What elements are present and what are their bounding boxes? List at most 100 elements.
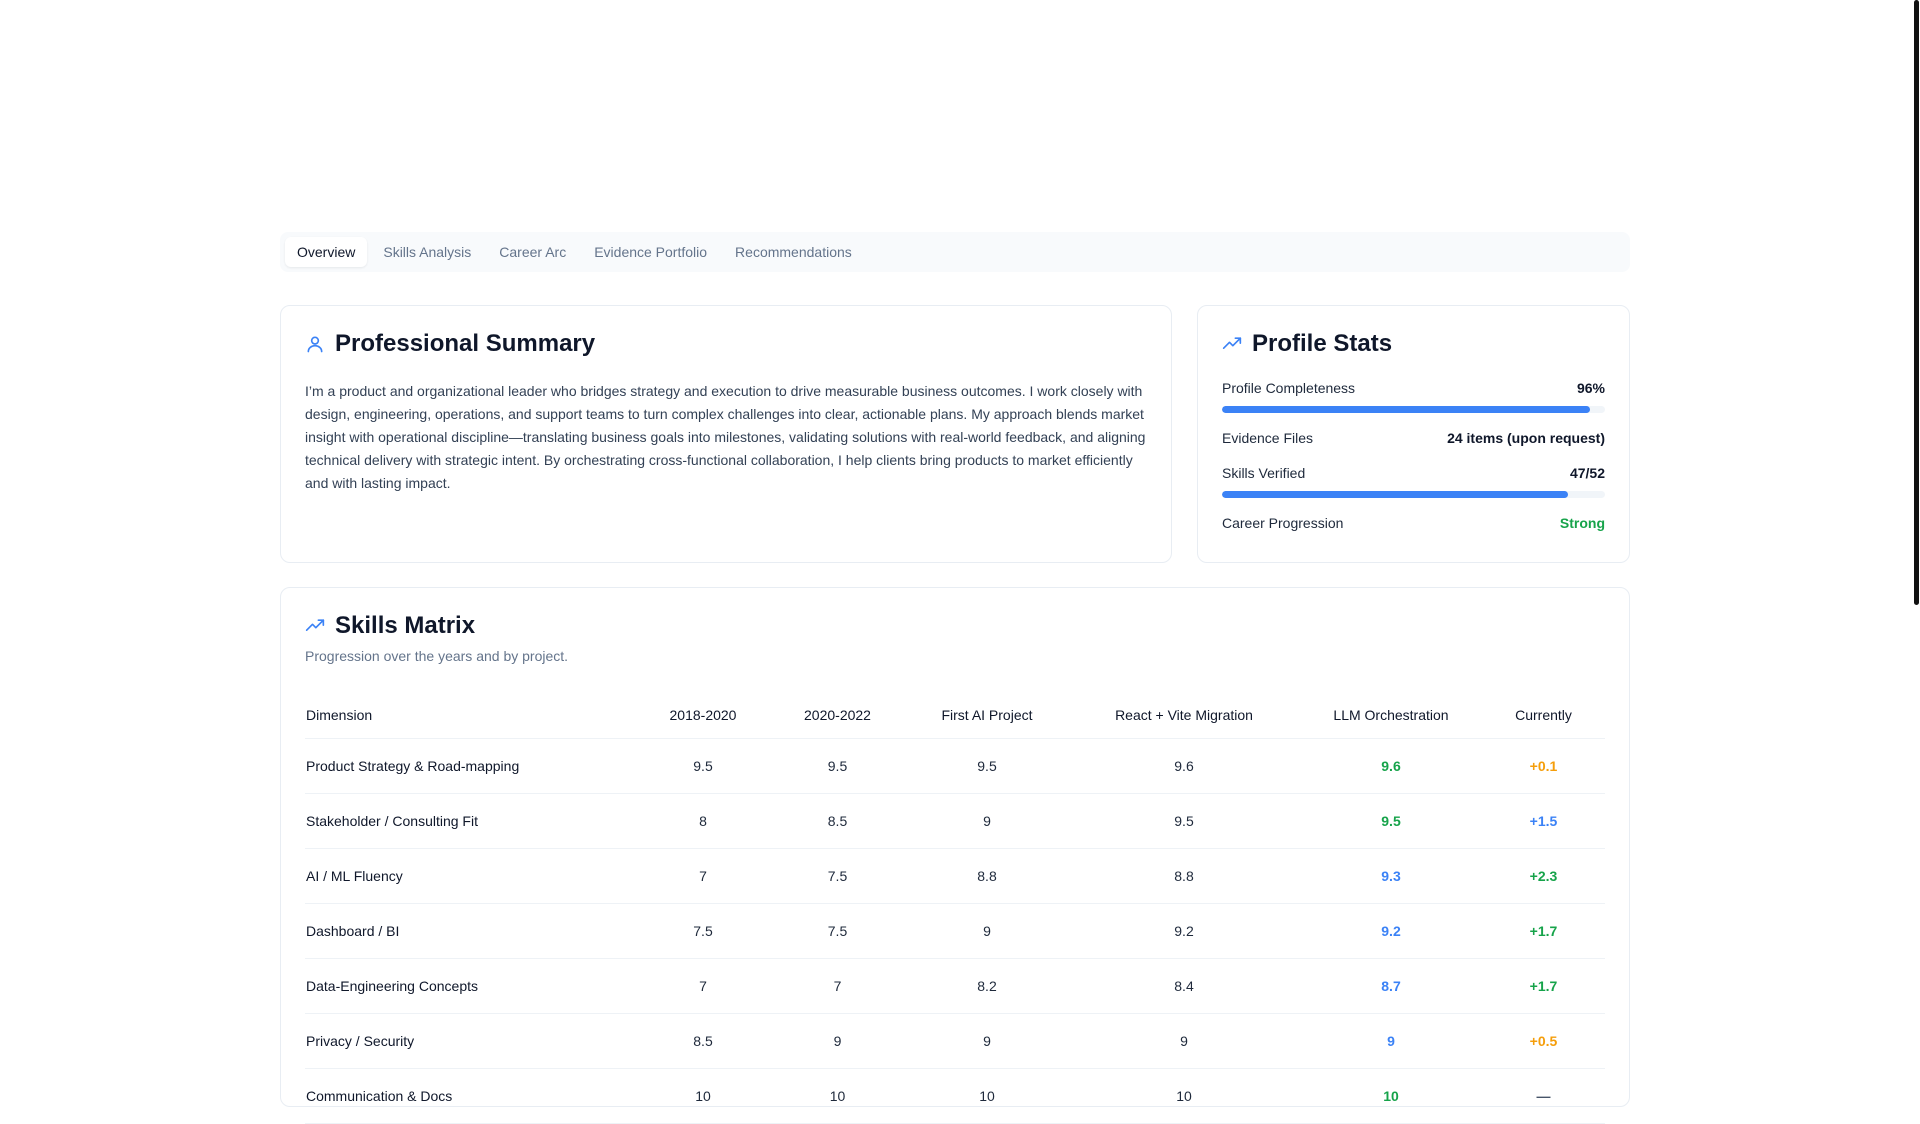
- score-cell: 10: [637, 1068, 769, 1124]
- score-cell: 9.2: [1300, 903, 1482, 959]
- score-cell: 9: [906, 1013, 1068, 1069]
- stat-evidence-files: Evidence Files 24 items (upon request): [1222, 430, 1605, 446]
- stat-label: Evidence Files: [1222, 430, 1314, 446]
- stat-value: Strong: [1559, 515, 1605, 531]
- scrollbar-thumb[interactable]: [1914, 0, 1919, 605]
- dimension-cell: AI / ML Fluency: [305, 848, 637, 904]
- score-cell: 8.5: [769, 793, 906, 849]
- progress-bar: [1222, 406, 1605, 413]
- stats-title: Profile Stats: [1252, 330, 1393, 357]
- progress-fill: [1222, 491, 1569, 498]
- column-header: 2018-2020: [637, 692, 769, 739]
- trending-up-icon: [305, 619, 325, 631]
- score-cell: 9.5: [637, 738, 769, 794]
- tab-evidence-portfolio[interactable]: Evidence Portfolio: [582, 237, 719, 267]
- summary-header: Professional Summary: [305, 330, 1147, 358]
- tab-overview[interactable]: Overview: [285, 237, 368, 267]
- column-header: 2020-2022: [769, 692, 906, 739]
- score-cell: 7: [637, 848, 769, 904]
- score-cell: 9: [906, 903, 1068, 959]
- score-cell: —: [1482, 1068, 1605, 1124]
- score-cell: 9.5: [1068, 793, 1300, 849]
- dimension-cell: Product Strategy & Road-mapping: [305, 738, 637, 794]
- tab-career-arc[interactable]: Career Arc: [487, 237, 578, 267]
- stat-label: Skills Verified: [1222, 465, 1306, 481]
- stat-skills-verified: Skills Verified 47/52: [1222, 465, 1605, 498]
- tab-skills-analysis[interactable]: Skills Analysis: [371, 237, 483, 267]
- summary-title: Professional Summary: [335, 330, 596, 357]
- matrix-subtitle: Progression over the years and by projec…: [305, 648, 569, 664]
- user-icon: [307, 336, 323, 353]
- tab-recommendations[interactable]: Recommendations: [723, 237, 864, 267]
- score-cell: 9: [906, 793, 1068, 849]
- column-header: Dimension: [305, 692, 637, 739]
- matrix-header: Skills Matrix: [305, 612, 1605, 640]
- score-cell: 8: [637, 793, 769, 849]
- stat-value: 96%: [1576, 380, 1605, 396]
- score-cell: 9.3: [1300, 848, 1482, 904]
- score-cell: 9: [1068, 1013, 1300, 1069]
- column-header: LLM Orchestration: [1300, 692, 1482, 739]
- stats-header: Profile Stats: [1222, 330, 1605, 358]
- stat-career-progression: Career Progression Strong: [1222, 515, 1605, 531]
- column-header: React + Vite Migration: [1068, 692, 1300, 739]
- dimension-cell: Privacy / Security: [305, 1013, 637, 1069]
- score-cell: +0.5: [1482, 1013, 1605, 1069]
- table-row: Communication & Docs 10 10 10 10 10—: [305, 1068, 1605, 1124]
- matrix-title: Skills Matrix: [335, 612, 476, 639]
- table-row: Product Strategy & Road-mapping 9.5 9.5 9.5…: [305, 738, 1605, 794]
- score-cell: 7: [769, 958, 906, 1014]
- score-cell: 9.6: [1300, 738, 1482, 794]
- dimension-cell: Data-Engineering Concepts: [305, 958, 637, 1014]
- score-cell: 8.8: [1068, 848, 1300, 904]
- score-cell: 8.4: [1068, 958, 1300, 1014]
- column-header: Currently: [1482, 692, 1605, 739]
- tab-bar: Overview Skills Analysis Career Arc Evid…: [280, 232, 1630, 272]
- stat-label: Profile Completeness: [1222, 380, 1356, 396]
- score-cell: 8.7: [1300, 958, 1482, 1014]
- score-cell: 9.6: [1068, 738, 1300, 794]
- score-cell: 10: [906, 1068, 1068, 1124]
- column-header: First AI Project: [906, 692, 1068, 739]
- score-cell: 8.2: [906, 958, 1068, 1014]
- score-cell: 9.5: [906, 738, 1068, 794]
- score-cell: 7.5: [769, 848, 906, 904]
- score-cell: 7.5: [637, 903, 769, 959]
- stat-label: Career Progression: [1222, 515, 1344, 531]
- stat-value: 47/52: [1569, 465, 1605, 481]
- dimension-cell: Stakeholder / Consulting Fit: [305, 793, 637, 849]
- score-cell: 9: [1300, 1013, 1482, 1069]
- score-cell: 10: [1300, 1068, 1482, 1124]
- scrollbar[interactable]: [1913, 0, 1920, 1080]
- score-cell: 8.8: [906, 848, 1068, 904]
- stat-value: 24 items (upon request): [1447, 430, 1605, 446]
- table-row: Dashboard / BI 7.5 7.5 9 9.2 9.2 +1.7: [305, 903, 1605, 959]
- dimension-cell: Dashboard / BI: [305, 903, 637, 959]
- score-cell: +0.1: [1482, 738, 1605, 794]
- score-cell: +1.5: [1482, 793, 1605, 849]
- dimension-cell: Communication & Docs: [305, 1068, 637, 1124]
- table-row: Data-Engineering Concepts 7 7 8.2 8.4 8.7 +1.7: [305, 958, 1605, 1014]
- score-cell: 10: [1068, 1068, 1300, 1124]
- progress-bar: [1222, 491, 1605, 498]
- stat-profile-completeness: Profile Completeness 96%: [1222, 380, 1605, 413]
- score-cell: 9.2: [1068, 903, 1300, 959]
- score-cell: +2.3: [1482, 848, 1605, 904]
- skills-matrix-table: Dimension 2018-2020 2020-2022 First AI P…: [305, 692, 1605, 1124]
- score-cell: 8.5: [637, 1013, 769, 1069]
- profile-stats-card: Profile Stats Profile Completeness 96% E…: [1197, 305, 1630, 563]
- score-cell: +1.7: [1482, 958, 1605, 1014]
- score-cell: 9: [769, 1013, 906, 1069]
- progress-fill: [1222, 406, 1590, 413]
- trending-up-icon: [1222, 337, 1242, 349]
- summary-text: I’m a product and organizational leader …: [305, 383, 1146, 491]
- score-cell: 9.5: [1300, 793, 1482, 849]
- score-cell: 7.5: [769, 903, 906, 959]
- professional-summary-card: Professional Summary I’m a product and o…: [280, 305, 1172, 563]
- skills-matrix-card: Skills Matrix Progression over the years…: [280, 587, 1630, 1124]
- table-row: AI / ML Fluency 7 7.5 8.8 8.8 9.3 +2.3: [305, 848, 1605, 904]
- score-cell: +1.7: [1482, 903, 1605, 959]
- score-cell: 10: [769, 1068, 906, 1124]
- score-cell: 9.5: [769, 738, 906, 794]
- table-header-row: Dimension 2018-2020 2020-2022 First AI P…: [305, 692, 1605, 739]
